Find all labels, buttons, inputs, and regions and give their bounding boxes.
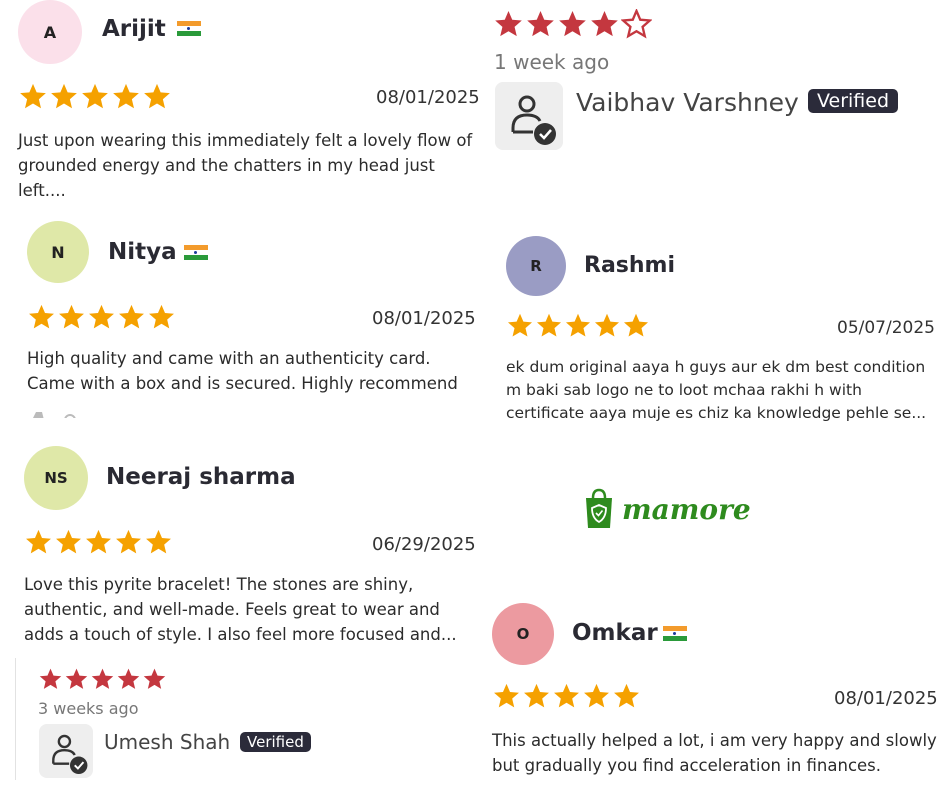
star-filled-icon xyxy=(559,10,586,37)
star-filled-icon xyxy=(149,304,174,329)
star-filled-icon xyxy=(623,313,649,337)
star-filled-icon xyxy=(59,304,84,329)
star-filled-icon xyxy=(26,529,51,554)
user-check-icon xyxy=(52,734,88,775)
india-flag-icon xyxy=(177,21,201,36)
review-date-rashmi: 05/07/2025 xyxy=(837,318,935,338)
review-text-neeraj: Love this pyrite bracelet! The stones ar… xyxy=(24,575,457,644)
avatar-initial: NS xyxy=(44,469,68,487)
review-text-nitya: High quality and came with an authentici… xyxy=(27,349,458,393)
star-filled-icon xyxy=(91,668,114,689)
star-filled-icon xyxy=(565,313,591,337)
reviewer-name-vaibhav: Vaibhav Varshney xyxy=(576,88,799,117)
avatar-initial: N xyxy=(51,242,65,262)
star-filled-icon xyxy=(507,313,533,337)
reviewer-name-umesh: Umesh Shah xyxy=(104,730,231,754)
rating-stars-neeraj xyxy=(24,528,173,557)
star-filled-icon xyxy=(116,529,141,554)
time-ago-vaibhav: 1 week ago xyxy=(494,50,610,74)
star-filled-icon xyxy=(591,10,618,37)
review-date-nitya: 08/01/2025 xyxy=(372,308,476,329)
star-filled-icon xyxy=(614,683,639,708)
review-date-arijit: 08/01/2025 xyxy=(376,87,480,108)
star-filled-icon xyxy=(594,313,620,337)
avatar-nitya: N xyxy=(27,221,89,283)
avatar-initial: O xyxy=(516,625,530,643)
avatar-initial: A xyxy=(43,22,57,42)
review-text-rashmi: ek dum original aaya h guys aur ek dm be… xyxy=(506,358,927,422)
review-text-omkar: This actually helped a lot, i am very ha… xyxy=(492,731,937,775)
rating-stars-rashmi xyxy=(506,312,650,340)
star-filled-icon xyxy=(82,83,108,109)
reviewer-name-omkar: Omkar xyxy=(572,620,658,646)
star-filled-icon xyxy=(554,683,579,708)
star-filled-icon xyxy=(495,10,522,37)
user-icon-umesh xyxy=(39,724,93,778)
review-text-arijit: Just upon wearing this immediately felt … xyxy=(18,131,473,200)
user-icon-vaibhav xyxy=(495,82,563,150)
star-filled-icon xyxy=(524,683,549,708)
reviewer-name-nitya: Nitya xyxy=(108,239,177,265)
star-filled-icon xyxy=(536,313,562,337)
star-empty-icon xyxy=(621,9,652,39)
star-filled-icon xyxy=(113,83,139,109)
review-date-omkar: 08/01/2025 xyxy=(834,688,938,709)
star-filled-icon xyxy=(29,304,54,329)
star-filled-icon xyxy=(20,83,46,109)
avatar-neeraj: NS xyxy=(24,446,88,510)
star-filled-icon xyxy=(117,668,140,689)
avatar-initial: R xyxy=(530,257,542,275)
star-filled-icon xyxy=(527,10,554,37)
reviewer-name-neeraj: Neeraj sharma xyxy=(106,464,296,490)
star-filled-icon xyxy=(119,304,144,329)
user-check-icon xyxy=(511,95,556,145)
rating-stars-omkar xyxy=(492,682,641,711)
star-filled-icon xyxy=(65,668,88,689)
brand-name: mamore xyxy=(622,492,751,526)
star-filled-icon xyxy=(89,304,114,329)
star-filled-icon xyxy=(143,668,166,689)
rating-stars-nitya xyxy=(27,303,176,332)
reviewer-name-arijit: Arijit xyxy=(102,16,166,42)
star-filled-icon xyxy=(146,529,171,554)
verified-badge-vaibhav: Verified xyxy=(808,89,899,113)
review-date-neeraj: 06/29/2025 xyxy=(372,534,476,555)
star-filled-icon xyxy=(494,683,519,708)
avatar-omkar: O xyxy=(492,603,554,665)
star-filled-icon xyxy=(86,529,111,554)
rating-stars-umesh xyxy=(38,667,167,692)
star-filled-icon xyxy=(51,83,77,109)
india-flag-icon xyxy=(184,245,208,260)
rating-stars-vaibhav xyxy=(493,9,652,40)
shopping-bag-shield-icon xyxy=(586,488,612,528)
star-filled-icon xyxy=(584,683,609,708)
star-filled-icon xyxy=(39,668,62,689)
rating-stars-arijit xyxy=(18,82,172,112)
thumbs-up-icon xyxy=(30,408,85,418)
verified-badge-umesh: Verified xyxy=(240,732,311,752)
time-ago-umesh: 3 weeks ago xyxy=(38,699,139,718)
avatar-arijit: A xyxy=(18,0,82,64)
star-filled-icon xyxy=(56,529,81,554)
brand-logo: mamore xyxy=(584,488,751,530)
card-divider xyxy=(15,658,16,780)
india-flag-icon xyxy=(663,626,687,641)
avatar-rashmi: R xyxy=(506,236,566,296)
star-filled-icon xyxy=(144,83,170,109)
reviewer-name-rashmi: Rashmi xyxy=(584,253,676,278)
